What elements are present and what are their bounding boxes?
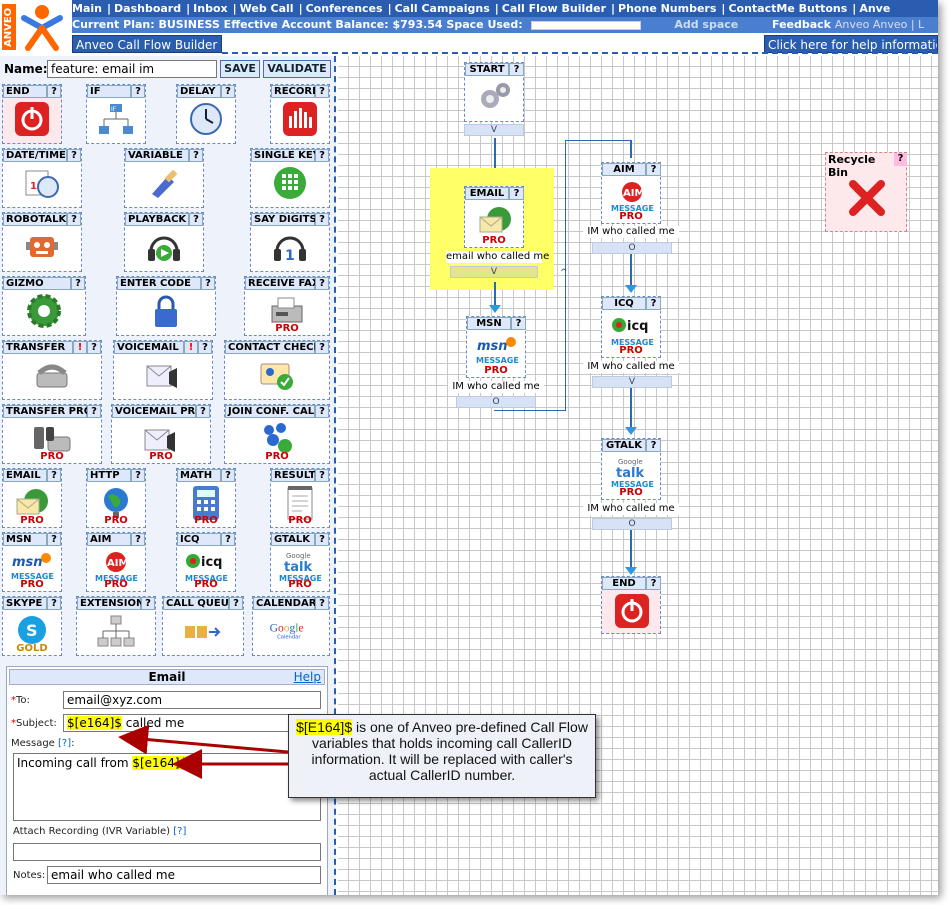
callout-tooltip: $[E164]$ is one of Anveo pre-defined Cal…: [288, 714, 596, 798]
page: ANVEO Main | Dashboard | Inbox | Web Call | Conf…: [0, 0, 938, 895]
callout-variable: $[E164]$: [296, 719, 353, 735]
callout-text: is one of Anveo pre-defined Call Flow va…: [311, 719, 588, 783]
